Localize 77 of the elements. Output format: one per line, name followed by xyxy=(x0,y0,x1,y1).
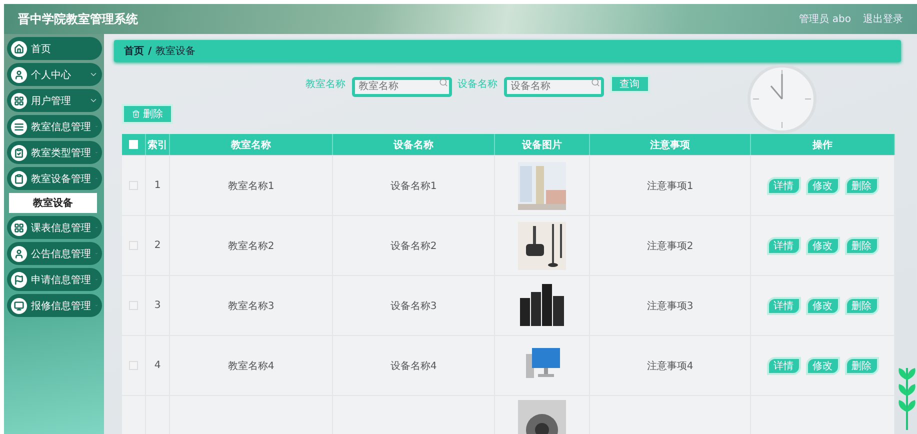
search-icon xyxy=(438,78,448,87)
sidebar-item[interactable]: 教室类型管理 xyxy=(7,141,102,164)
action-button[interactable]: 修改 xyxy=(806,356,840,374)
sidebar-item[interactable]: 课表信息管理 xyxy=(7,216,102,239)
table-cell-text: 注意事项2 xyxy=(646,240,694,252)
row-checkbox[interactable] xyxy=(129,301,138,310)
flag-icon xyxy=(11,272,27,288)
table-cell-text: 教室名称3 xyxy=(228,300,274,312)
action-button[interactable]: 修改 xyxy=(806,296,840,314)
clipboard-icon xyxy=(11,170,27,186)
separator: / xyxy=(148,46,152,56)
row-checkbox[interactable] xyxy=(129,361,138,370)
sidebar-item[interactable]: 个人中心 xyxy=(7,63,102,86)
search-icon xyxy=(590,78,600,87)
chevron-icon xyxy=(89,70,98,79)
submenu-item[interactable]: 教室设备 xyxy=(9,193,97,213)
table-cell-text: 教室名称4 xyxy=(228,360,274,372)
breadcrumb-item[interactable]: 首页 xyxy=(124,44,144,58)
user-icon xyxy=(11,66,27,82)
row-checkbox[interactable] xyxy=(129,241,138,250)
grid-icon xyxy=(11,220,27,236)
column-header: 操作 xyxy=(812,138,832,152)
column-header: 索引 xyxy=(148,138,168,152)
chevron-icon xyxy=(89,96,98,105)
sidebar-item[interactable]: 教室设备管理 xyxy=(7,167,102,190)
monitor-icon xyxy=(11,298,27,314)
user-label: 管理员 abo xyxy=(799,13,851,26)
table-cell: 2 xyxy=(154,240,161,251)
sidebar-item[interactable]: 申请信息管理 xyxy=(7,268,102,291)
action-button[interactable]: 修改 xyxy=(806,176,840,194)
select-all-checkbox[interactable] xyxy=(129,140,138,149)
column-header: 设备图片 xyxy=(522,138,562,152)
action-button[interactable]: 删除 xyxy=(844,296,878,314)
column-header: 设备名称 xyxy=(394,138,434,152)
logout-link[interactable]: 退出登录 xyxy=(863,12,903,26)
field-label: 设备名称 xyxy=(458,78,498,91)
breadcrumb-item: 教室设备 xyxy=(156,44,196,58)
sidebar-item[interactable]: 报修信息管理 xyxy=(7,294,102,317)
action-button[interactable]: 详情 xyxy=(766,296,800,314)
table-cell-text: 设备名称1 xyxy=(390,180,437,192)
table-cell-text: 设备名称4 xyxy=(390,360,437,372)
table-cell-text: 注意事项4 xyxy=(646,360,694,372)
grid-icon xyxy=(11,92,27,108)
table-cell-text: 注意事项1 xyxy=(646,180,694,192)
trash-icon xyxy=(132,110,140,118)
row-checkbox[interactable] xyxy=(129,181,138,190)
action-button[interactable]: 详情 xyxy=(766,236,800,254)
table-cell-text: 教室名称1 xyxy=(228,180,274,192)
action-button[interactable]: 删除 xyxy=(844,176,878,194)
action-button[interactable]: 详情 xyxy=(766,176,800,194)
sidebar-item[interactable]: 教室信息管理 xyxy=(7,115,102,138)
column-header: 教室名称 xyxy=(231,138,271,152)
sidebar-item[interactable]: 首页 xyxy=(7,37,102,60)
user-icon xyxy=(11,246,27,262)
delete-button[interactable]: 删除 xyxy=(122,104,173,124)
app-title: 晋中学院教室管理系统 xyxy=(18,10,138,28)
table-cell-text: 教室名称2 xyxy=(228,240,274,252)
table-cell-text: 注意事项3 xyxy=(646,300,694,312)
action-button[interactable]: 删除 xyxy=(844,236,878,254)
list-icon xyxy=(11,118,27,134)
clipboard-check-icon xyxy=(11,144,27,160)
search-field[interactable]: 教室名称 xyxy=(352,76,452,96)
search-field[interactable]: 设备名称 xyxy=(504,76,604,96)
field-label: 教室名称 xyxy=(306,78,346,91)
action-button[interactable]: 修改 xyxy=(806,236,840,254)
action-button[interactable]: 详情 xyxy=(766,356,800,374)
sidebar-item[interactable]: 用户管理 xyxy=(7,89,102,112)
sidebar-item[interactable]: 公告信息管理 xyxy=(7,242,102,265)
column-header: 注意事项 xyxy=(650,138,690,152)
table-cell: 4 xyxy=(154,360,161,371)
home-icon xyxy=(11,40,27,56)
table-cell-text: 设备名称3 xyxy=(390,300,437,312)
search-button[interactable]: 查询 xyxy=(610,75,650,93)
table-cell-text: 设备名称2 xyxy=(390,240,437,252)
action-button[interactable]: 删除 xyxy=(844,356,878,374)
table-cell: 1 xyxy=(154,180,161,191)
table-cell: 3 xyxy=(154,300,161,311)
